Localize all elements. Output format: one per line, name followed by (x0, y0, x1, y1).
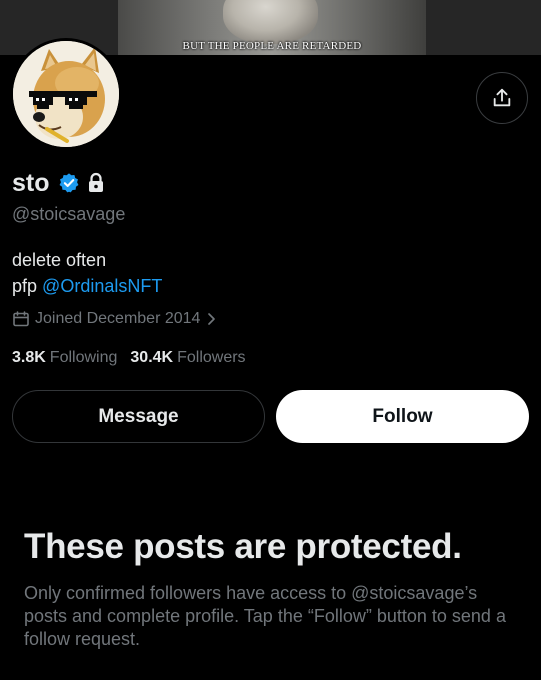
banner-photo-hand (223, 0, 318, 44)
banner-image: BUT THE PEOPLE ARE RETARDED (118, 0, 426, 55)
joined-date[interactable]: Joined December 2014 (12, 310, 216, 328)
following-count: 3.8K (12, 349, 46, 366)
avatar[interactable] (10, 38, 122, 150)
chevron-right-icon (206, 312, 216, 326)
message-button[interactable]: Message (12, 390, 265, 443)
verified-badge-icon[interactable] (58, 172, 80, 194)
banner-caption: BUT THE PEOPLE ARE RETARDED (182, 40, 362, 52)
bio-pfp-line: pfp @OrdinalsNFT (12, 276, 162, 297)
name-row: sto (12, 168, 106, 198)
joined-label: Joined December 2014 (35, 310, 201, 327)
display-name: sto (12, 168, 50, 197)
calendar-icon (12, 310, 30, 328)
followers-link[interactable]: 30.4K Followers (130, 349, 245, 367)
doge-pfp-icon (13, 41, 119, 147)
bio-pfp-prefix: pfp (12, 276, 38, 296)
bio-line: delete often (12, 250, 107, 270)
share-icon (493, 88, 511, 107)
protected-title: These posts are protected. (24, 527, 462, 566)
bio-mention-link[interactable]: @OrdinalsNFT (42, 276, 162, 296)
handle: @stoicsavage (12, 204, 126, 224)
followers-count: 30.4K (130, 349, 174, 366)
followers-label: Followers (177, 349, 246, 366)
follow-stats: 3.8K Following 30.4K Followers (12, 349, 259, 367)
following-link[interactable]: 3.8K Following (12, 349, 117, 367)
follow-button[interactable]: Follow (276, 390, 529, 443)
following-label: Following (49, 349, 118, 366)
protected-description: Only confirmed followers have access to … (24, 583, 506, 649)
avatar-image (13, 41, 119, 147)
lock-icon (86, 172, 106, 194)
share-button[interactable] (476, 72, 528, 124)
